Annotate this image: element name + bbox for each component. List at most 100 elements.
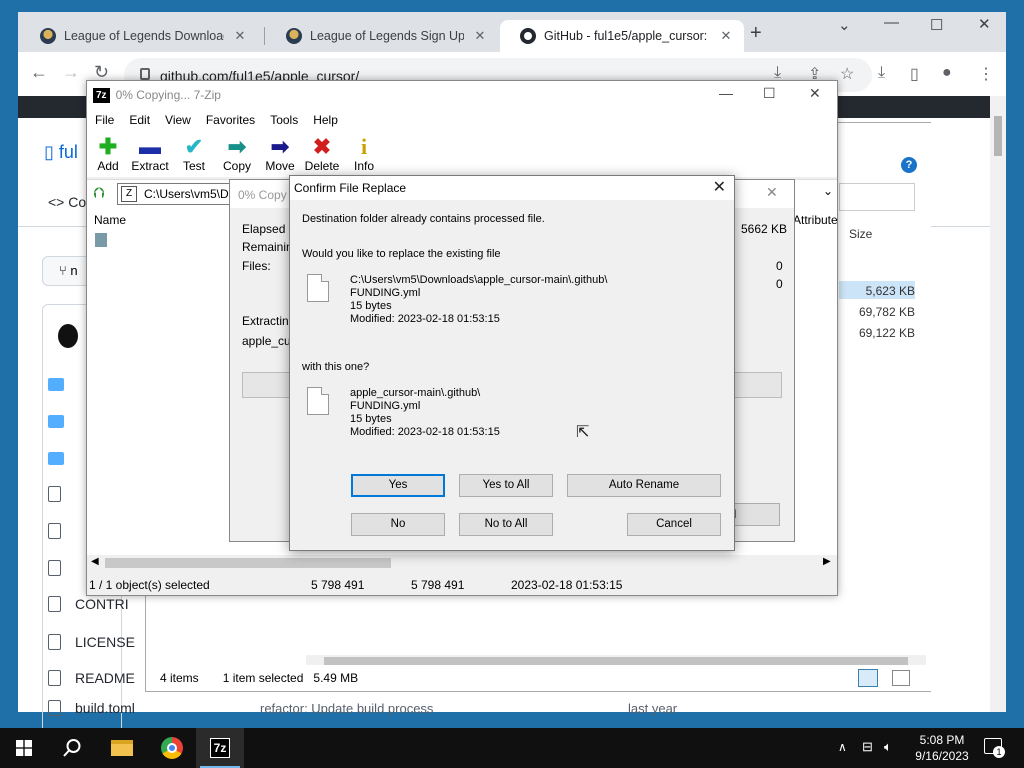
info-button[interactable]: i Info bbox=[343, 135, 385, 174]
tab-github[interactable]: GitHub - ful1e5/apple_cursor: O ✕ bbox=[500, 20, 744, 52]
copy-arrow-icon: ➡ bbox=[227, 134, 247, 159]
delete-x-icon: ✖ bbox=[312, 134, 332, 159]
auto-rename-button[interactable]: Auto Rename bbox=[567, 474, 721, 497]
list-hscrollbar[interactable]: ◀ ▶ bbox=[87, 555, 837, 571]
extract-button[interactable]: ▬ Extract bbox=[129, 135, 171, 174]
cancel-button[interactable]: Cancel bbox=[627, 513, 721, 536]
minimize-icon[interactable]: — bbox=[719, 85, 733, 101]
taskbar-file-explorer[interactable] bbox=[98, 728, 146, 768]
clock[interactable]: 5:08 PM 9/16/2023 bbox=[902, 732, 982, 764]
file-icon bbox=[48, 596, 61, 612]
details-view-icon[interactable] bbox=[858, 669, 878, 687]
up-folder-icon[interactable]: ⮉ bbox=[93, 185, 104, 202]
tab-title: League of Legends Download | N bbox=[64, 29, 224, 43]
repo-owner-link[interactable]: ▯ ful bbox=[44, 142, 78, 163]
copy-button[interactable]: ➡ Copy bbox=[216, 134, 258, 174]
scroll-left-icon[interactable]: ◀ bbox=[91, 556, 99, 567]
size-column-header[interactable]: Size bbox=[849, 227, 872, 241]
check-icon: ✔ bbox=[184, 134, 204, 159]
list-item[interactable] bbox=[48, 366, 64, 402]
status-size: 5 798 491 bbox=[311, 578, 365, 592]
files-value: 0 bbox=[776, 259, 783, 273]
tool-label: Add bbox=[97, 159, 119, 173]
forward-icon[interactable]: → bbox=[62, 62, 80, 83]
menu-favorites[interactable]: Favorites bbox=[206, 113, 255, 127]
7zip-icon: 7z bbox=[209, 738, 231, 758]
scroll-right-icon[interactable]: ▶ bbox=[823, 556, 831, 567]
confirm-replace-dialog: Confirm File Replace ✕ Destination folde… bbox=[289, 175, 735, 551]
list-item[interactable] bbox=[48, 550, 61, 586]
list-item[interactable] bbox=[48, 403, 64, 439]
test-button[interactable]: ✔ Test bbox=[173, 134, 215, 174]
downloads-icon[interactable]: ⤓ bbox=[878, 64, 885, 82]
7zip-status-bar: 1 / 1 object(s) selected 5 798 491 5 798… bbox=[87, 575, 837, 595]
mouse-cursor-icon: ⇱ bbox=[576, 424, 590, 441]
tab-league-signup[interactable]: League of Legends Sign Up | No ✕ bbox=[266, 20, 498, 52]
menu-tools[interactable]: Tools bbox=[270, 113, 298, 127]
tab-search-icon[interactable]: ⌄ bbox=[838, 16, 851, 34]
new-tab-button[interactable]: + bbox=[750, 22, 762, 45]
notification-count: 1 bbox=[993, 746, 1005, 758]
yes-to-all-button[interactable]: Yes to All bbox=[459, 474, 553, 497]
notifications-icon[interactable]: 1 bbox=[984, 738, 1005, 758]
new-file-modified: Modified: 2023-02-18 01:53:15 bbox=[350, 426, 500, 438]
delete-button[interactable]: ✖ Delete bbox=[301, 134, 343, 174]
menu-icon[interactable]: ⋮ bbox=[978, 64, 994, 84]
close-icon[interactable]: ✕ bbox=[809, 85, 821, 102]
yes-button[interactable]: Yes bbox=[351, 474, 445, 497]
menu-help[interactable]: Help bbox=[313, 113, 338, 127]
list-item[interactable]: README bbox=[48, 660, 135, 696]
close-icon[interactable]: ✕ bbox=[766, 184, 778, 201]
no-to-all-button[interactable]: No to All bbox=[459, 513, 553, 536]
side-panel-icon[interactable]: ▯ bbox=[910, 64, 919, 84]
menu-edit[interactable]: Edit bbox=[129, 113, 150, 127]
code-tab[interactable]: <> Co bbox=[48, 194, 86, 210]
no-button[interactable]: No bbox=[351, 513, 445, 536]
file-icon[interactable] bbox=[95, 233, 107, 247]
page-scrollbar[interactable] bbox=[990, 96, 1006, 712]
list-item[interactable]: LICENSE bbox=[48, 624, 135, 660]
close-tab-icon[interactable]: ✕ bbox=[472, 28, 488, 44]
add-button[interactable]: ✚ Add bbox=[87, 135, 129, 174]
maximize-icon[interactable]: ☐ bbox=[763, 85, 776, 102]
move-button[interactable]: ➡ Move bbox=[259, 135, 301, 174]
menu-view[interactable]: View bbox=[165, 113, 191, 127]
file-name: README bbox=[75, 670, 135, 686]
errors-value: 0 bbox=[776, 277, 783, 291]
github-icon bbox=[520, 28, 536, 44]
show-hidden-icons[interactable]: ∧ bbox=[838, 740, 847, 754]
repo-owner: ful bbox=[58, 142, 78, 162]
menu-file[interactable]: File bbox=[95, 113, 114, 127]
thumbnail-view-icon[interactable] bbox=[892, 670, 910, 686]
network-icon[interactable]: ⊟ bbox=[862, 739, 873, 755]
profile-icon[interactable]: ● bbox=[942, 64, 952, 82]
list-item[interactable] bbox=[48, 513, 61, 549]
help-icon[interactable]: ? bbox=[901, 157, 917, 173]
start-button[interactable] bbox=[0, 728, 48, 768]
attribute-column-header[interactable]: Attribute bbox=[793, 213, 838, 227]
progress-title: 0% Copy bbox=[238, 188, 287, 202]
list-item[interactable] bbox=[48, 476, 61, 512]
close-tab-icon[interactable]: ✕ bbox=[718, 28, 734, 44]
chevron-down-icon[interactable]: ⌄ bbox=[823, 184, 833, 198]
minimize-icon[interactable]: — bbox=[884, 14, 899, 31]
commit-message[interactable]: refactor: Update build process bbox=[260, 701, 433, 716]
name-column-header[interactable]: Name bbox=[94, 213, 126, 227]
scrollbar-thumb[interactable] bbox=[105, 558, 391, 568]
maximize-icon[interactable]: ☐ bbox=[930, 16, 943, 34]
search-box[interactable] bbox=[839, 183, 915, 211]
back-icon[interactable]: ← bbox=[30, 62, 48, 83]
search-button[interactable] bbox=[48, 728, 96, 768]
list-item[interactable]: build.toml refactor: Update build proces… bbox=[48, 698, 688, 718]
close-window-icon[interactable]: ✕ bbox=[978, 15, 991, 33]
close-icon[interactable]: ✕ bbox=[713, 177, 726, 197]
close-tab-icon[interactable]: ✕ bbox=[232, 28, 248, 44]
tool-label: Info bbox=[353, 159, 374, 173]
taskbar-7zip[interactable]: 7z bbox=[196, 728, 244, 768]
list-item[interactable] bbox=[48, 440, 64, 476]
tab-league-download[interactable]: League of Legends Download | N ✕ bbox=[20, 20, 258, 52]
scrollbar-thumb[interactable] bbox=[994, 116, 1002, 156]
volume-icon[interactable]: 🔈︎ bbox=[884, 739, 892, 755]
bookmark-star-icon[interactable]: ☆ bbox=[840, 64, 854, 84]
taskbar-chrome[interactable] bbox=[148, 728, 196, 768]
